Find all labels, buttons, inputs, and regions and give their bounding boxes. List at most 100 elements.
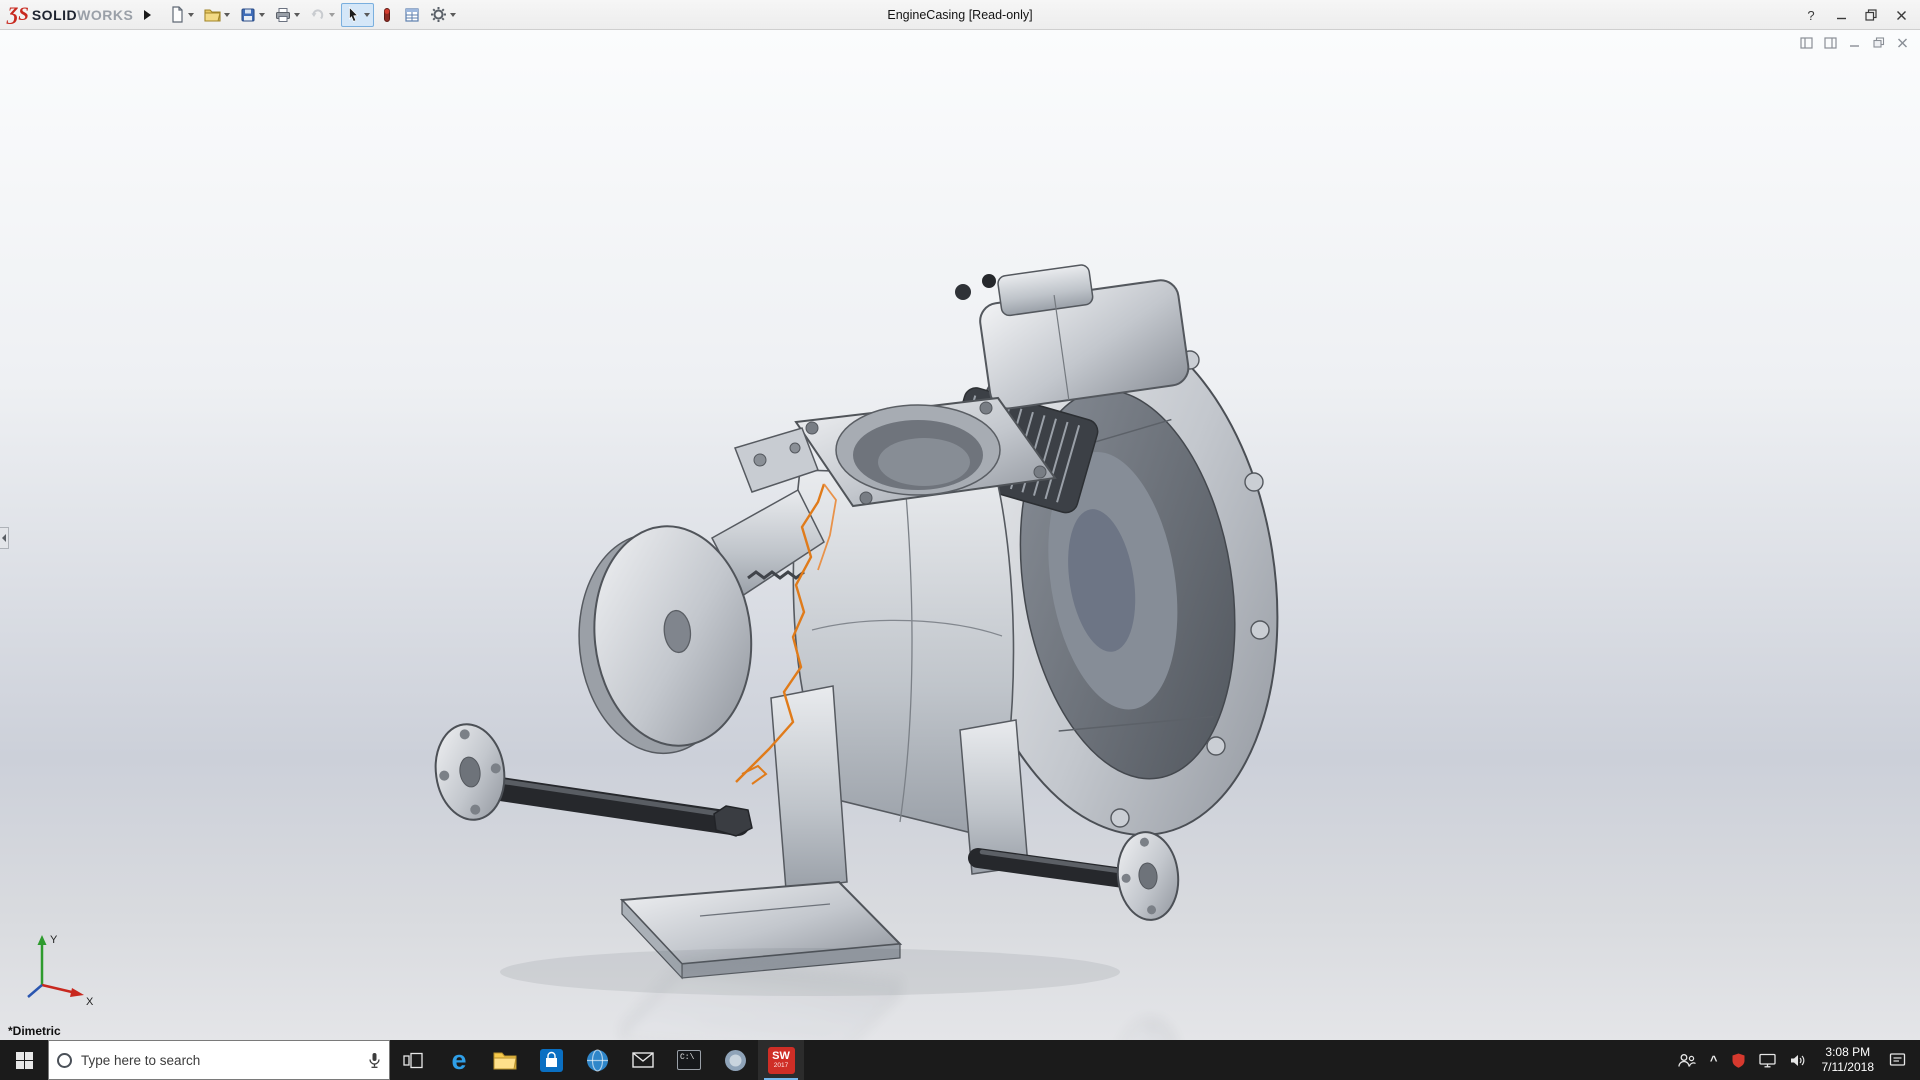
engine-casing-model[interactable] xyxy=(0,30,1920,1040)
cortana-icon xyxy=(57,1053,72,1068)
task-view-button[interactable] xyxy=(390,1040,436,1080)
dropdown-caret-icon[interactable] xyxy=(450,13,456,17)
sw-badge-line1: SW xyxy=(772,1051,790,1062)
dropdown-caret-icon[interactable] xyxy=(364,13,370,17)
engine-casing-geometry[interactable] xyxy=(430,252,1313,978)
solidworks-logo: ƷS SOLIDWORKS xyxy=(0,5,137,24)
help-button[interactable]: ? xyxy=(1796,2,1826,28)
solidworks-icon: SW 2017 xyxy=(768,1047,795,1074)
search-input[interactable] xyxy=(81,1053,368,1068)
new-document-icon xyxy=(169,6,185,23)
restore-icon xyxy=(1865,9,1877,21)
network-tray-button[interactable] xyxy=(1752,1040,1783,1080)
right-triangle-icon xyxy=(144,10,151,20)
pane-split-icon[interactable] xyxy=(1823,36,1838,49)
file-properties-button[interactable] xyxy=(400,3,424,27)
restore-button[interactable] xyxy=(1856,2,1886,28)
undo-arrow-icon xyxy=(310,7,326,23)
taskbar-clock[interactable]: 3:08 PM 7/11/2018 xyxy=(1814,1045,1883,1075)
sw-badge-line2: 2017 xyxy=(774,1062,788,1069)
task-view-icon xyxy=(403,1052,423,1069)
security-shield-icon xyxy=(1732,1053,1745,1068)
store-button[interactable] xyxy=(528,1040,574,1080)
dropdown-caret-icon[interactable] xyxy=(188,13,194,17)
brand-text-solid: SOLID xyxy=(32,7,77,23)
doc-restore-icon[interactable] xyxy=(1871,36,1886,49)
round-app-button[interactable] xyxy=(712,1040,758,1080)
orientation-triad: Y X xyxy=(14,927,104,1012)
graphics-area[interactable]: Y X *Dimetric xyxy=(0,30,1920,1040)
round-app-icon xyxy=(724,1049,747,1072)
globe-icon xyxy=(586,1049,609,1072)
featuremanager-collapsed-tab[interactable] xyxy=(0,527,9,549)
microphone-icon[interactable] xyxy=(368,1052,381,1069)
print-button[interactable] xyxy=(271,3,304,27)
new-document-button[interactable] xyxy=(165,3,198,27)
clock-date: 7/11/2018 xyxy=(1822,1060,1875,1075)
dropdown-caret-icon[interactable] xyxy=(329,13,335,17)
file-explorer-button[interactable] xyxy=(482,1040,528,1080)
command-prompt-button[interactable]: C:\ xyxy=(666,1040,712,1080)
close-button[interactable] xyxy=(1886,2,1916,28)
document-title: EngineCasing [Read-only] xyxy=(887,8,1032,22)
save-button[interactable] xyxy=(236,3,269,27)
dropdown-caret-icon[interactable] xyxy=(294,13,300,17)
store-icon xyxy=(540,1049,563,1072)
security-tray-button[interactable] xyxy=(1725,1040,1752,1080)
save-floppy-icon xyxy=(240,7,256,23)
open-button[interactable] xyxy=(200,3,234,27)
start-button[interactable] xyxy=(0,1040,48,1080)
volume-icon xyxy=(1790,1053,1807,1068)
doc-minimize-icon[interactable] xyxy=(1847,36,1862,49)
brand-text-works: WORKS xyxy=(77,7,133,23)
open-folder-icon xyxy=(204,7,221,22)
clock-time: 3:08 PM xyxy=(1825,1045,1870,1060)
dropdown-caret-icon[interactable] xyxy=(259,13,265,17)
window-controls: ? xyxy=(1796,0,1916,30)
document-window-controls xyxy=(1799,36,1910,49)
people-button[interactable] xyxy=(1671,1040,1703,1080)
volume-tray-button[interactable] xyxy=(1783,1040,1814,1080)
left-triangle-icon xyxy=(2,534,6,542)
edge-icon: e xyxy=(451,1047,466,1074)
rebuild-button[interactable] xyxy=(376,3,398,27)
people-icon xyxy=(1678,1053,1696,1068)
ds-logo-icon: ƷS xyxy=(8,5,29,24)
system-tray: ^ 3:08 PM 7/11/2018 xyxy=(1671,1040,1920,1080)
doc-close-icon[interactable] xyxy=(1895,36,1910,49)
options-button[interactable] xyxy=(426,3,460,27)
help-icon: ? xyxy=(1807,8,1814,23)
main-toolbar xyxy=(165,3,460,27)
triad-y-label: Y xyxy=(50,934,58,946)
toolbar-flyout-icon[interactable] xyxy=(139,4,155,26)
edge-button[interactable]: e xyxy=(436,1040,482,1080)
windows-logo-icon xyxy=(16,1052,33,1069)
network-icon xyxy=(1759,1053,1776,1068)
view-orientation-label: *Dimetric xyxy=(8,1024,61,1038)
dropdown-caret-icon[interactable] xyxy=(224,13,230,17)
printer-icon xyxy=(275,7,291,23)
file-properties-icon xyxy=(404,7,420,23)
select-button[interactable] xyxy=(341,3,374,27)
pane-preview-icon[interactable] xyxy=(1799,36,1814,49)
file-explorer-icon xyxy=(493,1051,517,1070)
mail-button[interactable] xyxy=(620,1040,666,1080)
globe-button[interactable] xyxy=(574,1040,620,1080)
command-prompt-icon: C:\ xyxy=(677,1050,701,1070)
titlebar: ƷS SOLIDWORKS xyxy=(0,0,1920,30)
minimize-icon xyxy=(1836,10,1847,21)
close-icon xyxy=(1896,10,1907,21)
undo-button[interactable] xyxy=(306,3,339,27)
gear-icon xyxy=(430,6,447,23)
chevron-up-icon: ^ xyxy=(1710,1053,1718,1068)
mail-icon xyxy=(632,1052,654,1068)
taskbar-search[interactable] xyxy=(48,1040,390,1080)
action-center-icon xyxy=(1889,1052,1906,1068)
minimize-button[interactable] xyxy=(1826,2,1856,28)
solidworks-window: ƷS SOLIDWORKS xyxy=(0,0,1920,1080)
action-center-button[interactable] xyxy=(1882,1040,1913,1080)
select-cursor-icon xyxy=(345,6,361,23)
hidden-icons-button[interactable]: ^ xyxy=(1703,1040,1725,1080)
windows-taskbar: e C:\ SW 2017 xyxy=(0,1040,1920,1080)
solidworks-taskbar-button[interactable]: SW 2017 xyxy=(758,1040,804,1080)
